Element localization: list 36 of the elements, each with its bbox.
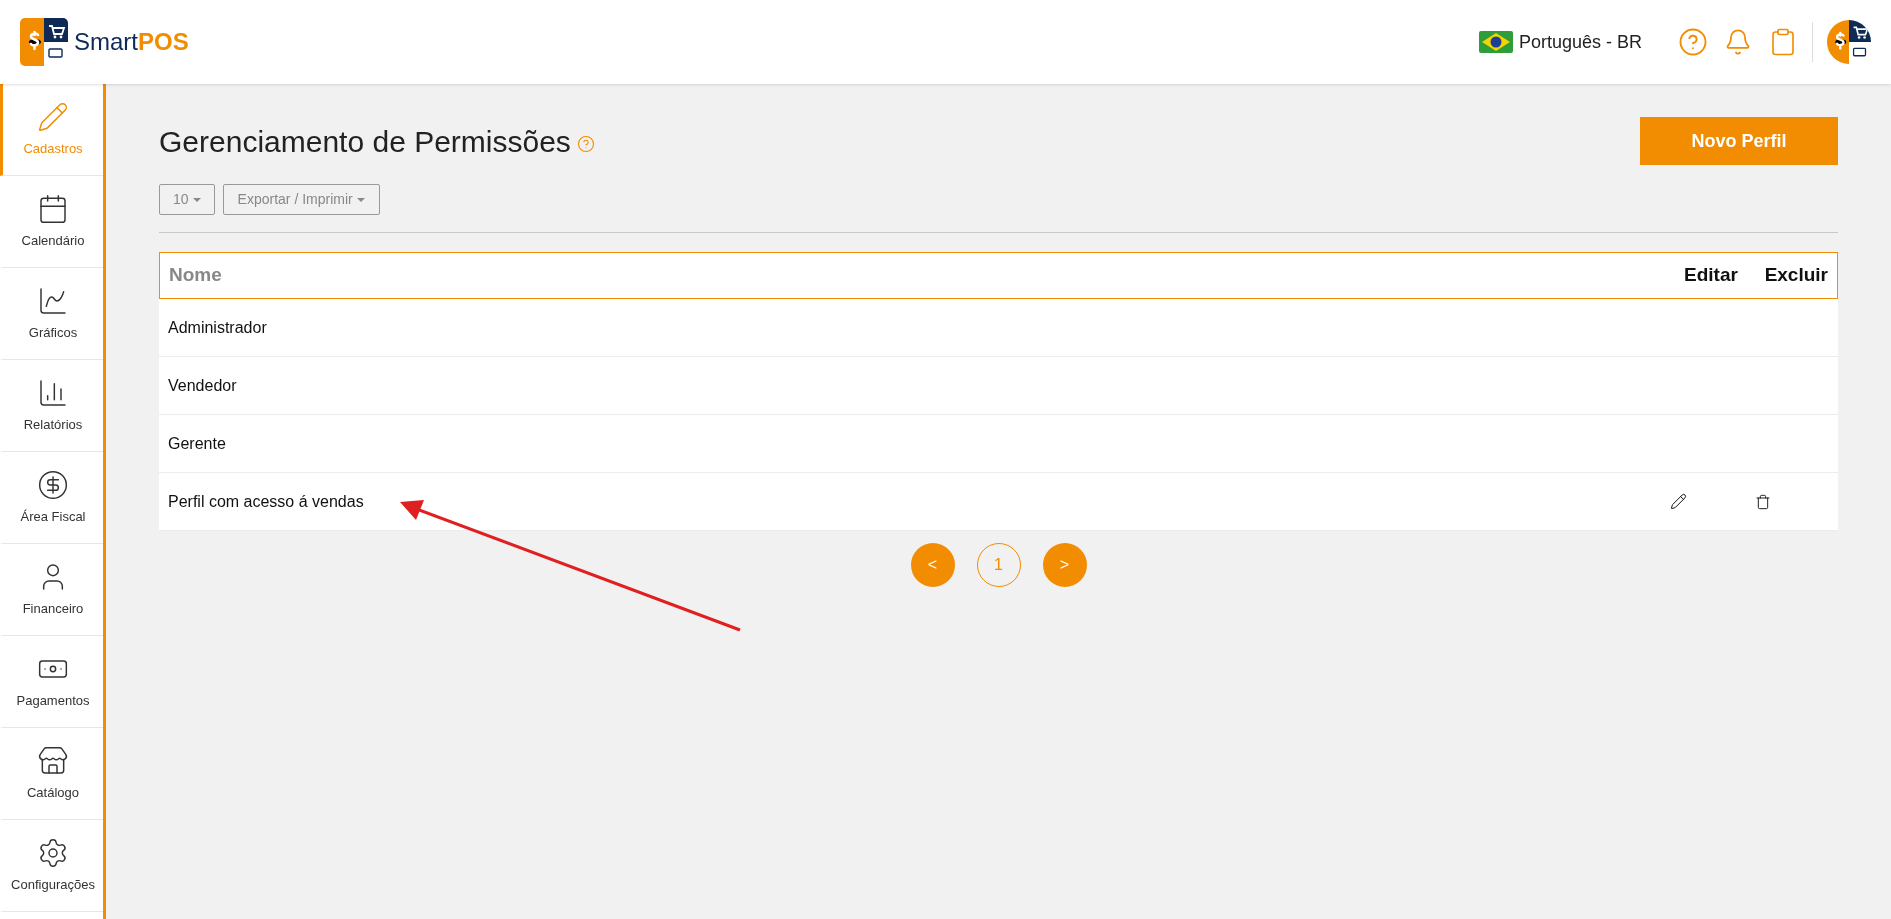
- table-row[interactable]: Vendedor: [159, 357, 1838, 415]
- dollar-circle-icon: [37, 468, 69, 501]
- store-icon: [37, 744, 69, 777]
- table-cell-text: Administrador: [168, 317, 267, 338]
- table-cell-text: Gerente: [168, 433, 226, 454]
- table-row[interactable]: Administrador: [159, 299, 1838, 357]
- table-cell-text: Vendedor: [168, 375, 237, 396]
- help-icon[interactable]: [1678, 27, 1708, 57]
- table-row[interactable]: Gerente: [159, 415, 1838, 473]
- sidebar-item[interactable]: Gráficos: [0, 268, 103, 360]
- logo-icon: [20, 18, 68, 66]
- caret-icon: [356, 197, 365, 202]
- sidebar-item[interactable]: Catálogo: [0, 728, 103, 820]
- column-header: Excluir: [1763, 263, 1828, 288]
- sidebar-item[interactable]: Calendário: [0, 176, 103, 268]
- column-header: Nome: [169, 263, 222, 288]
- sidebar-item[interactable]: Configurações: [0, 820, 103, 912]
- sidebar-item[interactable]: Financeiro: [0, 544, 103, 636]
- sidebar-item[interactable]: Área Fiscal: [0, 452, 103, 544]
- table-cell-text: Perfil com acesso á vendas: [168, 491, 364, 512]
- logo-text: SmartPOS: [74, 27, 189, 57]
- caret-icon: [192, 197, 201, 202]
- flag-icon: [1478, 31, 1513, 53]
- help-icon[interactable]: [576, 135, 595, 153]
- notification-icon[interactable]: [1724, 28, 1752, 56]
- calendar-icon: [37, 192, 69, 225]
- logo-icon: [1827, 20, 1871, 64]
- page-title: Gerenciamento de Permissões: [159, 123, 571, 160]
- sidebar-item[interactable]: Relatórios: [0, 360, 103, 452]
- sidebar-item[interactable]: Pagamentos: [0, 636, 103, 728]
- pencil-icon: [37, 100, 69, 133]
- language-selector[interactable]: Português - BR: [1478, 28, 1642, 56]
- delete-icon[interactable]: [1755, 493, 1771, 510]
- settings-icon: [37, 836, 69, 869]
- column-header: Editar: [1684, 263, 1739, 288]
- edit-icon[interactable]: [1670, 493, 1687, 510]
